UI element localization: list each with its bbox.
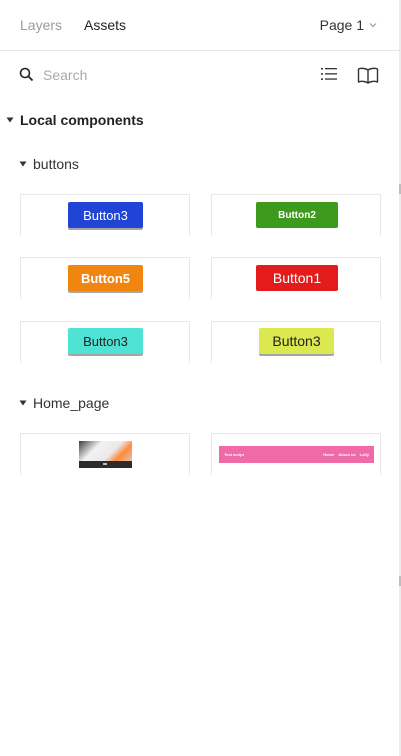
button-preview-label: Button2 — [278, 209, 316, 221]
assets-panel: Layers Assets Page 1 Local components bu… — [0, 0, 399, 756]
group-label: Home_page — [33, 395, 110, 411]
component-card[interactable] — [20, 433, 190, 475]
thumbnail-footer-text — [103, 463, 107, 465]
group-label: buttons — [33, 156, 79, 172]
page-selector-label: Page 1 — [319, 17, 364, 33]
button-preview: Button3 — [68, 202, 143, 228]
component-card[interactable]: Button3 — [20, 321, 190, 363]
caret-down-icon — [19, 400, 27, 406]
button-preview-label: Button3 — [83, 333, 128, 349]
group-home-page-header[interactable]: Home_page — [19, 394, 109, 412]
panel-header: Layers Assets Page 1 — [0, 0, 399, 51]
navbar-link: Lolly — [359, 452, 369, 457]
library-icon[interactable] — [357, 66, 379, 84]
search-input[interactable] — [43, 65, 283, 85]
chevron-down-icon — [369, 23, 377, 28]
button-preview: Button2 — [256, 202, 338, 228]
button-preview: Button3 — [68, 328, 143, 354]
tab-layers[interactable]: Layers — [20, 16, 62, 34]
navbar-link: About us — [338, 452, 356, 457]
component-card[interactable]: Button2 — [211, 194, 381, 236]
button-preview: Button3 — [259, 328, 334, 354]
tab-assets[interactable]: Assets — [84, 16, 126, 34]
caret-down-icon — [6, 117, 14, 123]
local-components-label: Local components — [20, 112, 144, 128]
navbar-preview: Test script Home About us Lolly — [219, 446, 374, 463]
group-buttons-header[interactable]: buttons — [19, 155, 79, 173]
page-selector[interactable]: Page 1 — [320, 16, 378, 34]
navbar-links: Home About us Lolly — [323, 452, 369, 457]
component-card[interactable]: Button3 — [211, 321, 381, 363]
component-card[interactable]: Button5 — [20, 257, 190, 299]
button-preview-label: Button1 — [272, 270, 322, 286]
component-card[interactable]: Test script Home About us Lolly — [211, 433, 381, 475]
component-card[interactable]: Button1 — [211, 257, 381, 299]
button-preview-label: Button5 — [80, 270, 131, 286]
caret-down-icon — [19, 161, 27, 167]
navbar-brand: Test script — [224, 452, 244, 457]
navbar-link: Home — [323, 452, 335, 457]
list-view-icon[interactable] — [320, 66, 338, 82]
component-card[interactable]: Button3 — [20, 194, 190, 236]
search-row — [0, 50, 399, 100]
local-components-header[interactable]: Local components — [6, 110, 144, 130]
button-preview-label: Button3 — [272, 333, 321, 349]
button-preview: Button1 — [256, 265, 338, 291]
button-preview-label: Button3 — [83, 207, 128, 223]
search-icon — [19, 67, 34, 82]
button-preview: Button5 — [68, 265, 143, 291]
